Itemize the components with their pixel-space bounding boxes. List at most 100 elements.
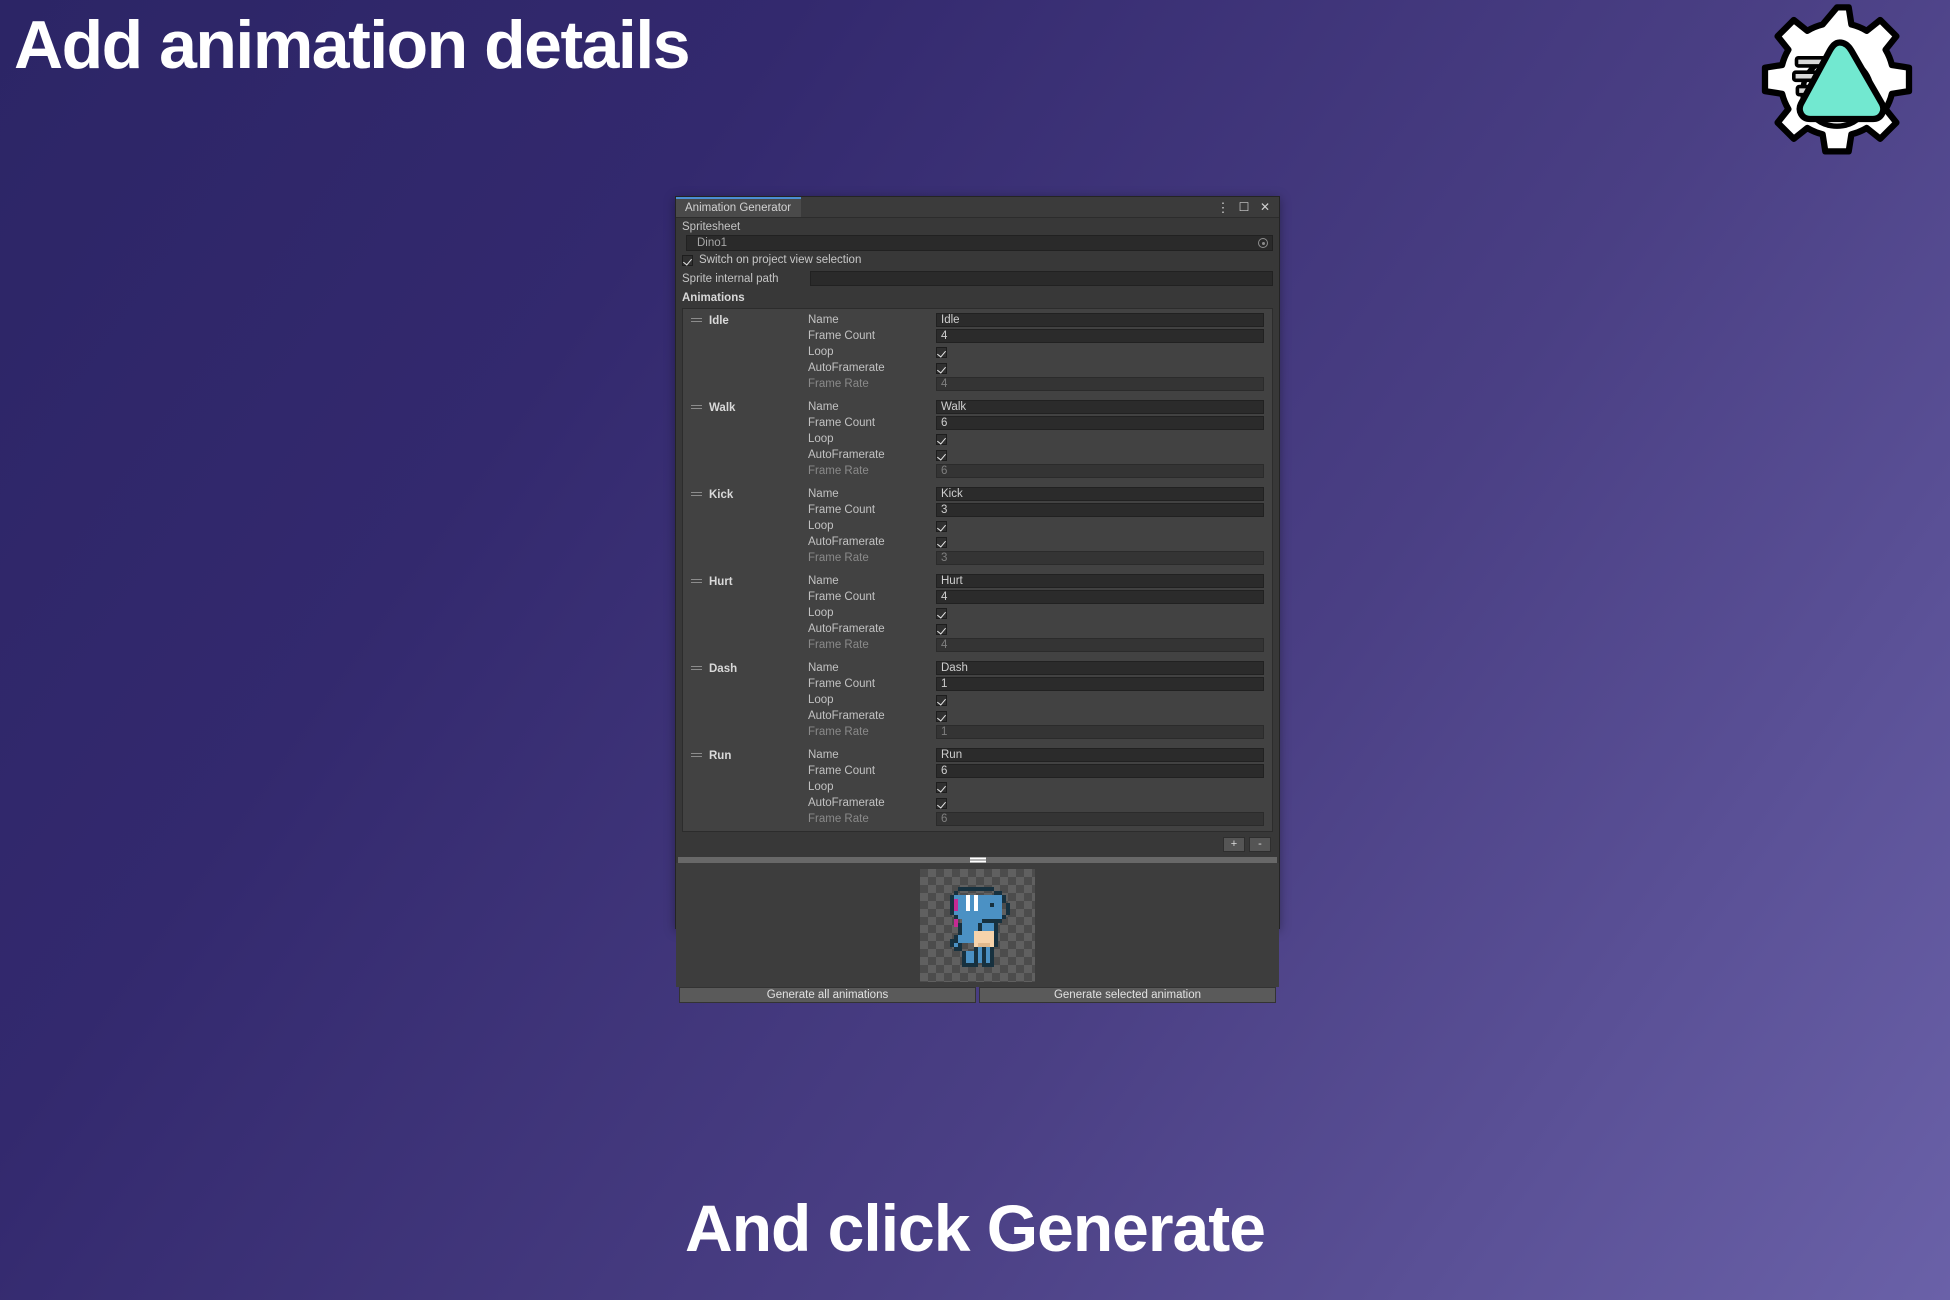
animation-loop-row: Loop <box>808 518 1264 534</box>
animation-loop-label: Loop <box>808 694 834 706</box>
animation-loop-checkbox[interactable] <box>936 694 947 706</box>
animation-loop-row: Loop <box>808 692 1264 708</box>
animation-loop-row: Loop <box>808 779 1264 795</box>
drag-handle-icon[interactable] <box>691 317 702 326</box>
close-icon[interactable]: ✕ <box>1259 200 1271 214</box>
animation-frame-count-input[interactable]: 3 <box>936 503 1264 517</box>
animation-entry: Idle Name Idle Frame Count 4 Loop AutoFramerat… <box>683 309 1272 396</box>
add-animation-button[interactable]: + <box>1223 837 1245 852</box>
generate-all-animations-button[interactable]: Generate all animations <box>679 987 976 1003</box>
animation-frame-count-input[interactable]: 4 <box>936 329 1264 343</box>
animation-name-input[interactable]: Idle <box>936 313 1264 327</box>
animation-auto-framerate-checkbox[interactable] <box>936 623 947 635</box>
animation-auto-framerate-checkbox[interactable] <box>936 536 947 548</box>
animation-auto-framerate-checkbox[interactable] <box>936 710 947 722</box>
animation-auto-framerate-checkbox[interactable] <box>936 449 947 461</box>
drag-handle-icon[interactable] <box>691 404 702 413</box>
drag-handle-icon[interactable] <box>691 752 702 761</box>
animation-auto-framerate-label: AutoFramerate <box>808 449 885 461</box>
animation-frame-count-row: Frame Count 3 <box>808 502 1264 518</box>
animation-frame-rate-input: 1 <box>936 725 1264 739</box>
animation-frame-rate-label: Frame Rate <box>808 552 869 564</box>
panel-splitter[interactable] <box>678 857 1277 863</box>
animation-loop-checkbox[interactable] <box>936 781 947 793</box>
animation-loop-checkbox[interactable] <box>936 346 947 358</box>
animation-entry: Run Name Run Frame Count 6 Loop AutoFramerate F… <box>683 744 1272 831</box>
animation-title: Run <box>709 750 732 762</box>
animation-name-input[interactable]: Run <box>936 748 1264 762</box>
sprite-internal-path-input[interactable] <box>810 271 1273 286</box>
animation-auto-framerate-label: AutoFramerate <box>808 710 885 722</box>
animation-entry: Walk Name Walk Frame Count 6 Loop AutoFramerat… <box>683 396 1272 483</box>
animation-frame-rate-row: Frame Rate 4 <box>808 637 1264 653</box>
animation-auto-framerate-label: AutoFramerate <box>808 623 885 635</box>
object-picker-icon[interactable] <box>1258 238 1268 248</box>
spritesheet-object-field[interactable]: Dino1 <box>686 235 1273 251</box>
spritesheet-value: Dino1 <box>697 237 728 249</box>
switch-on-selection-checkbox[interactable] <box>682 254 693 266</box>
animation-entry: Hurt Name Hurt Frame Count 4 Loop AutoFramerat… <box>683 570 1272 657</box>
animation-loop-checkbox[interactable] <box>936 520 947 532</box>
animation-name-input[interactable]: Dash <box>936 661 1264 675</box>
animation-frame-count-label: Frame Count <box>808 330 876 342</box>
animation-auto-framerate-row: AutoFramerate <box>808 708 1264 724</box>
remove-animation-button[interactable]: - <box>1249 837 1271 852</box>
animation-entry: Kick Name Kick Frame Count 3 Loop AutoFramerat… <box>683 483 1272 570</box>
window-titlebar: Animation Generator ⋮ ☐ ✕ <box>676 197 1279 218</box>
animation-loop-checkbox[interactable] <box>936 607 947 619</box>
drag-handle-icon[interactable] <box>691 578 702 587</box>
animation-auto-framerate-checkbox[interactable] <box>936 797 947 809</box>
animation-name-input[interactable]: Walk <box>936 400 1264 414</box>
sprite-preview-area <box>676 863 1279 987</box>
page-caption: And click Generate <box>685 1191 1266 1265</box>
animation-frame-count-label: Frame Count <box>808 417 876 429</box>
animation-name-row: Name Hurt <box>808 573 1264 589</box>
animation-entry-header: Walk <box>683 399 808 479</box>
sprite-internal-path-row: Sprite internal path <box>676 269 1279 288</box>
animation-auto-framerate-row: AutoFramerate <box>808 795 1264 811</box>
animation-frame-count-input[interactable]: 4 <box>936 590 1264 604</box>
animation-frame-rate-input: 6 <box>936 812 1264 826</box>
animation-frame-count-input[interactable]: 6 <box>936 764 1264 778</box>
animation-name-label: Name <box>808 488 839 500</box>
animation-fields: Name Idle Frame Count 4 Loop AutoFramerate Fra… <box>808 312 1272 392</box>
animation-auto-framerate-row: AutoFramerate <box>808 621 1264 637</box>
generate-buttons-row: Generate all animations Generate selecte… <box>676 987 1279 1006</box>
gear-play-logo-icon <box>1742 2 1932 182</box>
animation-frame-count-label: Frame Count <box>808 765 876 777</box>
switch-on-selection-label: Switch on project view selection <box>699 254 862 266</box>
animation-fields: Name Dash Frame Count 1 Loop AutoFramerate Fra… <box>808 660 1272 740</box>
animation-auto-framerate-row: AutoFramerate <box>808 360 1264 376</box>
spritesheet-label: Spritesheet <box>682 221 741 233</box>
animation-name-row: Name Idle <box>808 312 1264 328</box>
animation-title: Dash <box>709 663 738 675</box>
animation-loop-checkbox[interactable] <box>936 433 947 445</box>
drag-handle-icon[interactable] <box>691 665 702 674</box>
animation-entry-header: Dash <box>683 660 808 740</box>
maximize-icon[interactable]: ☐ <box>1238 200 1250 214</box>
animation-name-row: Name Kick <box>808 486 1264 502</box>
animation-auto-framerate-checkbox[interactable] <box>936 362 947 374</box>
animation-frame-count-row: Frame Count 1 <box>808 676 1264 692</box>
animation-frame-count-input[interactable]: 1 <box>936 677 1264 691</box>
animation-loop-label: Loop <box>808 520 834 532</box>
animation-name-input[interactable]: Kick <box>936 487 1264 501</box>
switch-on-selection-row[interactable]: Switch on project view selection <box>676 251 1279 269</box>
animation-frame-count-label: Frame Count <box>808 504 876 516</box>
animation-fields: Name Walk Frame Count 6 Loop AutoFramerate Fra… <box>808 399 1272 479</box>
animation-loop-label: Loop <box>808 346 834 358</box>
animation-fields: Name Run Frame Count 6 Loop AutoFramerate Fram… <box>808 747 1272 827</box>
animation-frame-count-input[interactable]: 6 <box>936 416 1264 430</box>
animation-fields: Name Kick Frame Count 3 Loop AutoFramerate Fra… <box>808 486 1272 566</box>
generate-selected-animation-button[interactable]: Generate selected animation <box>979 987 1276 1003</box>
animation-frame-rate-row: Frame Rate 4 <box>808 376 1264 392</box>
animation-name-label: Name <box>808 575 839 587</box>
tab-animation-generator[interactable]: Animation Generator <box>676 197 802 217</box>
animation-title: Hurt <box>709 576 733 588</box>
drag-handle-icon[interactable] <box>691 491 702 500</box>
tab-label: Animation Generator <box>685 202 792 214</box>
animation-name-label: Name <box>808 314 839 326</box>
animation-frame-count-label: Frame Count <box>808 678 876 690</box>
animation-name-input[interactable]: Hurt <box>936 574 1264 588</box>
kebab-menu-icon[interactable]: ⋮ <box>1217 200 1230 214</box>
